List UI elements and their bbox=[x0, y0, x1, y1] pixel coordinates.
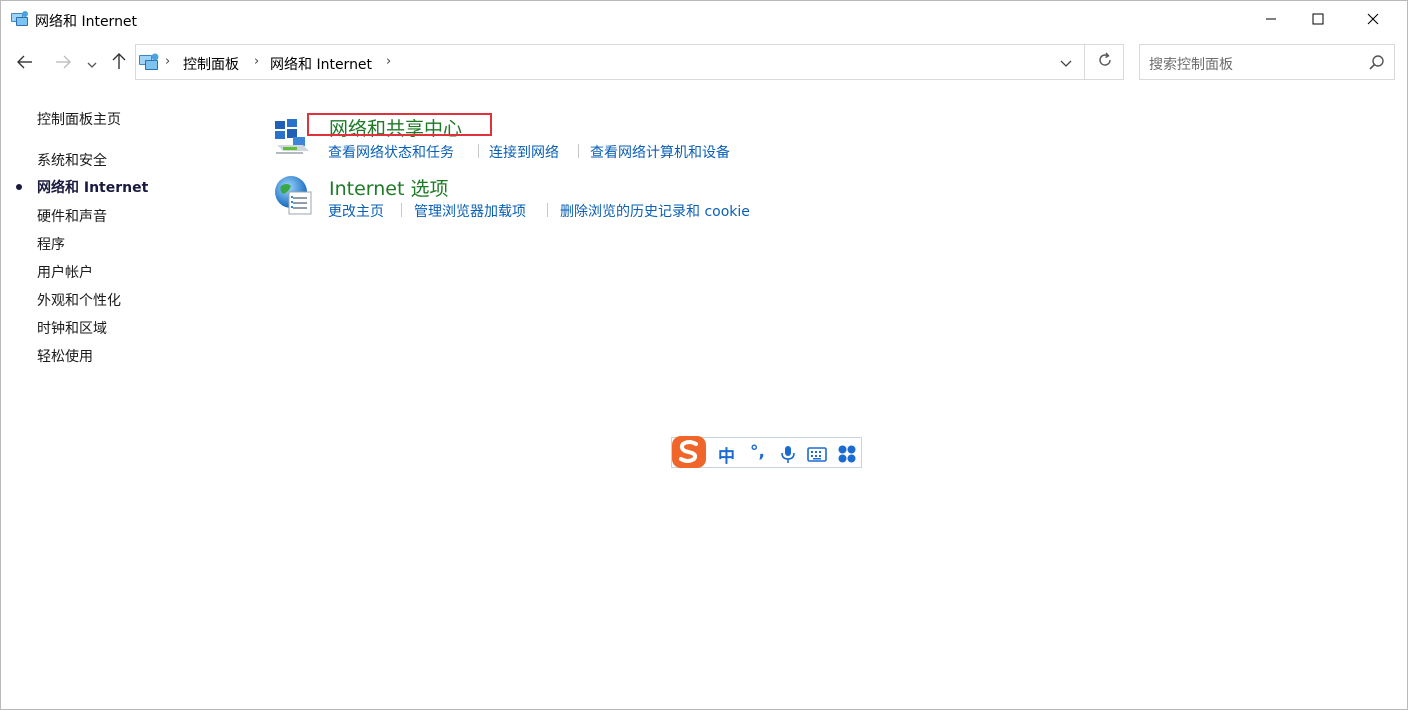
search-icon[interactable] bbox=[1368, 54, 1386, 72]
breadcrumb-separator-icon: › bbox=[254, 54, 260, 69]
change-home-page-link[interactable]: 更改主页 bbox=[328, 201, 384, 221]
search-placeholder: 搜索控制面板 bbox=[1149, 57, 1233, 73]
maximize-button[interactable] bbox=[1295, 0, 1341, 38]
sidebar-item-ease-of-access[interactable]: 轻松使用 bbox=[37, 346, 93, 366]
close-button[interactable] bbox=[1350, 0, 1396, 38]
minimize-icon bbox=[1265, 10, 1277, 29]
microphone-icon[interactable] bbox=[778, 444, 798, 464]
keyboard-icon[interactable] bbox=[807, 444, 827, 464]
view-network-computers-link[interactable]: 查看网络计算机和设备 bbox=[590, 142, 730, 162]
link-separator bbox=[578, 144, 579, 158]
window-frame bbox=[0, 0, 1408, 710]
link-separator bbox=[547, 203, 548, 217]
title-bar[interactable]: 网络和 Internet bbox=[0, 0, 1408, 38]
maximize-icon bbox=[1312, 10, 1324, 29]
back-button[interactable] bbox=[12, 50, 38, 76]
internet-options-globe-icon[interactable] bbox=[273, 174, 313, 215]
sidebar-item-user-accounts[interactable]: 用户帐户 bbox=[37, 262, 93, 282]
sidebar-item-programs[interactable]: 程序 bbox=[37, 234, 65, 254]
breadcrumb-control-panel[interactable]: 控制面板 bbox=[183, 54, 239, 74]
up-button[interactable] bbox=[106, 50, 132, 76]
breadcrumb-separator-icon[interactable]: › bbox=[386, 54, 391, 69]
close-icon bbox=[1367, 10, 1379, 29]
address-bar[interactable]: › 控制面板 › 网络和 Internet › bbox=[135, 44, 1124, 80]
refresh-icon bbox=[1097, 52, 1113, 72]
internet-options-title[interactable]: Internet 选项 bbox=[329, 174, 448, 201]
window-title: 网络和 Internet bbox=[35, 14, 138, 30]
network-folder-icon bbox=[10, 10, 30, 28]
annotation-highlight-box bbox=[307, 113, 492, 136]
breadcrumb-network-internet[interactable]: 网络和 Internet bbox=[270, 54, 372, 74]
arrow-right-icon bbox=[54, 54, 72, 73]
view-network-status-link[interactable]: 查看网络状态和任务 bbox=[328, 142, 454, 162]
connect-to-network-link[interactable]: 连接到网络 bbox=[489, 142, 559, 162]
arrow-left-icon bbox=[16, 54, 34, 73]
delete-browsing-history-link[interactable]: 删除浏览的历史记录和 cookie bbox=[560, 201, 750, 221]
sidebar-item-hardware-sound[interactable]: 硬件和声音 bbox=[37, 206, 107, 226]
sidebar-item-network-internet[interactable]: 网络和 Internet bbox=[37, 177, 148, 197]
ime-chinese-mode-toggle[interactable]: 中 bbox=[718, 442, 735, 467]
toolbox-icon[interactable] bbox=[837, 444, 857, 464]
sogou-logo-icon[interactable] bbox=[671, 435, 709, 469]
address-divider bbox=[1084, 45, 1085, 79]
ime-toolbar[interactable]: 中 °, bbox=[671, 435, 862, 469]
recent-locations-button[interactable] bbox=[82, 50, 102, 76]
control-panel-network-icon bbox=[138, 52, 160, 72]
chevron-down-icon bbox=[87, 54, 97, 73]
ime-punctuation-toggle[interactable]: °, bbox=[750, 442, 765, 462]
sidebar-item-appearance[interactable]: 外观和个性化 bbox=[37, 290, 121, 310]
sidebar-item-system-security[interactable]: 系统和安全 bbox=[37, 150, 107, 170]
link-separator bbox=[401, 203, 402, 217]
forward-button[interactable] bbox=[50, 50, 76, 76]
refresh-button[interactable] bbox=[1091, 49, 1119, 75]
arrow-up-icon bbox=[112, 52, 126, 74]
chevron-down-icon bbox=[1060, 53, 1072, 72]
breadcrumb-separator-icon: › bbox=[165, 54, 171, 69]
address-history-dropdown[interactable] bbox=[1052, 49, 1080, 75]
sidebar-item-clock-region[interactable]: 时钟和区域 bbox=[37, 318, 107, 338]
link-separator bbox=[478, 144, 479, 158]
manage-browser-addons-link[interactable]: 管理浏览器加载项 bbox=[414, 201, 526, 221]
sidebar-item-control-panel-home[interactable]: 控制面板主页 bbox=[37, 109, 121, 129]
active-indicator-bullet bbox=[16, 184, 22, 190]
search-control-panel-input[interactable]: 搜索控制面板 bbox=[1139, 44, 1395, 80]
minimize-button[interactable] bbox=[1248, 0, 1294, 38]
